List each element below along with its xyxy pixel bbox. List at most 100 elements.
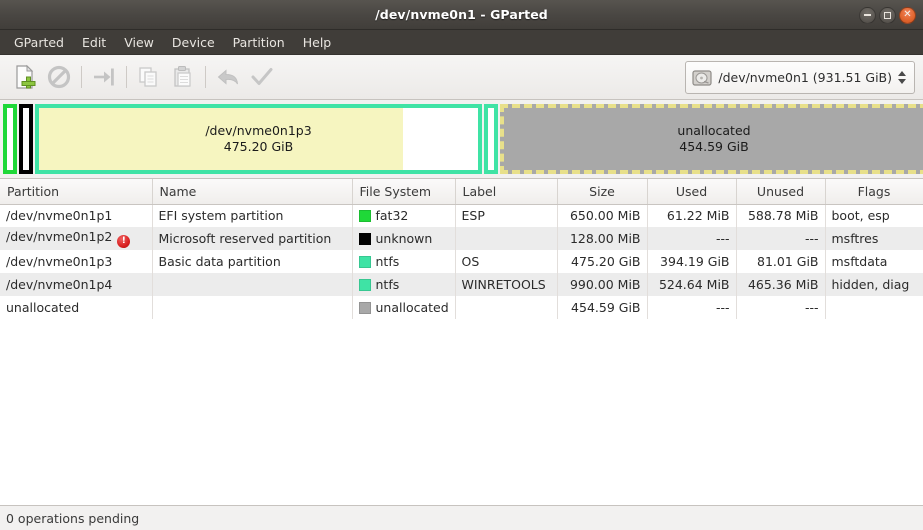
partition-bar[interactable]: /dev/nvme0n1p3 475.20 GiB — [35, 104, 482, 174]
pending-operations-text: 0 operations pending — [6, 510, 140, 526]
undo-button[interactable] — [211, 60, 245, 94]
cell-name: Basic data partition — [152, 250, 353, 273]
cell-used: --- — [647, 227, 737, 250]
delete-partition-button[interactable] — [42, 60, 76, 94]
cell-name — [152, 296, 353, 319]
table-row[interactable]: /dev/nvme0n1p1 EFI system partition fat32 E… — [0, 204, 923, 227]
spinner-up-icon[interactable] — [898, 71, 906, 76]
menu-gparted[interactable]: GParted — [5, 32, 73, 53]
cell-label: ESP — [455, 204, 558, 227]
cell-size: 454.59 GiB — [557, 296, 648, 319]
apply-check-icon — [251, 68, 273, 85]
filesystem-color-swatch — [358, 302, 371, 314]
maximize-icon — [884, 11, 891, 19]
filesystem-text: ntfs — [375, 277, 400, 292]
device-selector[interactable]: /dev/nvme0n1 (931.51 GiB) — [685, 61, 915, 94]
paste-icon — [174, 66, 191, 87]
cell-size: 990.00 MiB — [557, 273, 648, 296]
partition-bar[interactable] — [484, 104, 498, 174]
table-row[interactable]: /dev/nvme0n1p3 Basic data partition ntfs OS… — [0, 250, 923, 273]
cell-flags: msftdata — [825, 250, 923, 273]
device-partition-bars: /dev/nvme0n1p3 475.20 GiB unallocated 454.5… — [3, 104, 923, 174]
column-header-unused[interactable]: Unused — [736, 179, 826, 205]
cell-used: --- — [647, 296, 737, 319]
cell-partition: /dev/nvme0n1p2! — [0, 227, 153, 250]
column-header-size[interactable]: Size — [557, 179, 648, 205]
partition-bar-size: 454.59 GiB — [679, 139, 749, 154]
gparted-window: /dev/nvme0n1 - GParted ✕ GParted Edit Vi… — [0, 0, 923, 530]
partition-bar[interactable]: unallocated 454.59 GiB — [500, 104, 923, 174]
window-title: /dev/nvme0n1 - GParted — [375, 7, 548, 22]
cell-name — [152, 273, 353, 296]
menu-device[interactable]: Device — [163, 32, 224, 53]
table-row[interactable]: /dev/nvme0n1p2! Microsoft reserved partit… — [0, 227, 923, 250]
filesystem-text: unallocated — [375, 300, 449, 315]
resize-move-button[interactable] — [87, 60, 121, 94]
filesystem-text: fat32 — [375, 208, 409, 224]
menu-partition[interactable]: Partition — [224, 32, 294, 53]
partition-path-text: /dev/nvme0n1p2 — [6, 229, 113, 244]
cell-used: 61.22 MiB — [647, 204, 737, 227]
close-icon: ✕ — [903, 9, 912, 20]
cell-size: 475.20 GiB — [557, 250, 648, 273]
hard-disk-icon — [692, 69, 712, 86]
cell-partition: unallocated — [0, 296, 153, 319]
partition-path-text: /dev/nvme0n1p4 — [6, 277, 113, 292]
device-selector-spinner[interactable] — [898, 71, 910, 84]
table-row[interactable]: unallocated unallocated 454.59 GiB --- --- — [0, 296, 923, 319]
delete-prohibited-icon — [47, 65, 71, 89]
new-partition-button[interactable] — [8, 60, 42, 94]
cell-label: WINRETOOLS — [455, 273, 558, 296]
cell-filesystem: ntfs — [352, 250, 456, 273]
apply-button[interactable] — [245, 60, 279, 94]
cell-name: EFI system partition — [152, 204, 353, 227]
column-header-label[interactable]: Label — [455, 179, 558, 205]
partition-graphic: /dev/nvme0n1p3 475.20 GiB unallocated 454.5… — [0, 100, 923, 178]
menu-view[interactable]: View — [115, 32, 163, 53]
warning-icon: ! — [117, 235, 131, 248]
cell-used: 394.19 GiB — [647, 250, 737, 273]
paste-button[interactable] — [166, 60, 200, 94]
partition-path-text: /dev/nvme0n1p1 — [6, 208, 113, 224]
cell-unused: 465.36 MiB — [736, 273, 826, 296]
cell-label — [455, 296, 558, 319]
cell-label: OS — [455, 250, 558, 273]
partition-path-text: unallocated — [6, 300, 80, 315]
partition-table: Partition Name File System Label Size Us… — [0, 179, 923, 319]
partition-bar-label: /dev/nvme0n1p3 475.20 GiB — [205, 123, 311, 156]
column-header-partition[interactable]: Partition — [0, 179, 153, 205]
column-header-used[interactable]: Used — [647, 179, 737, 205]
filesystem-color-swatch — [358, 256, 371, 268]
partition-bar[interactable] — [3, 104, 17, 174]
column-header-filesystem[interactable]: File System — [352, 179, 456, 205]
cell-flags: msftres — [825, 227, 923, 250]
cell-size: 650.00 MiB — [557, 204, 648, 227]
table-header-row: Partition Name File System Label Size Us… — [0, 179, 923, 205]
cell-name: Microsoft reserved partition — [152, 227, 353, 250]
resize-move-icon — [94, 68, 114, 86]
maximize-button[interactable] — [879, 6, 896, 24]
column-header-name[interactable]: Name — [152, 179, 353, 205]
close-button[interactable]: ✕ — [899, 6, 916, 24]
cell-label — [455, 227, 558, 250]
undo-arrow-icon — [217, 69, 238, 85]
toolbar: /dev/nvme0n1 (931.51 GiB) — [0, 55, 923, 100]
cell-filesystem: ntfs — [352, 273, 456, 296]
cell-size: 128.00 MiB — [557, 227, 648, 250]
toolbar-separator-1 — [81, 66, 82, 88]
table-row[interactable]: /dev/nvme0n1p4 ntfs WINRETOOLS 990.00 MiB 52… — [0, 273, 923, 296]
menu-edit[interactable]: Edit — [73, 32, 115, 53]
partition-table-container: Partition Name File System Label Size Us… — [0, 178, 923, 505]
minimize-button[interactable] — [859, 6, 876, 24]
partition-bar[interactable] — [19, 104, 33, 174]
partition-path-text: /dev/nvme0n1p3 — [6, 254, 113, 269]
copy-icon — [139, 67, 157, 87]
cell-unused: --- — [736, 296, 826, 319]
table-body: /dev/nvme0n1p1 EFI system partition fat32 E… — [0, 204, 923, 319]
filesystem-color-swatch — [358, 210, 371, 223]
cell-flags: hidden, diag — [825, 273, 923, 296]
spinner-down-icon[interactable] — [898, 79, 906, 84]
copy-button[interactable] — [132, 60, 166, 94]
menu-help[interactable]: Help — [294, 32, 341, 53]
column-header-flags[interactable]: Flags — [825, 179, 923, 205]
